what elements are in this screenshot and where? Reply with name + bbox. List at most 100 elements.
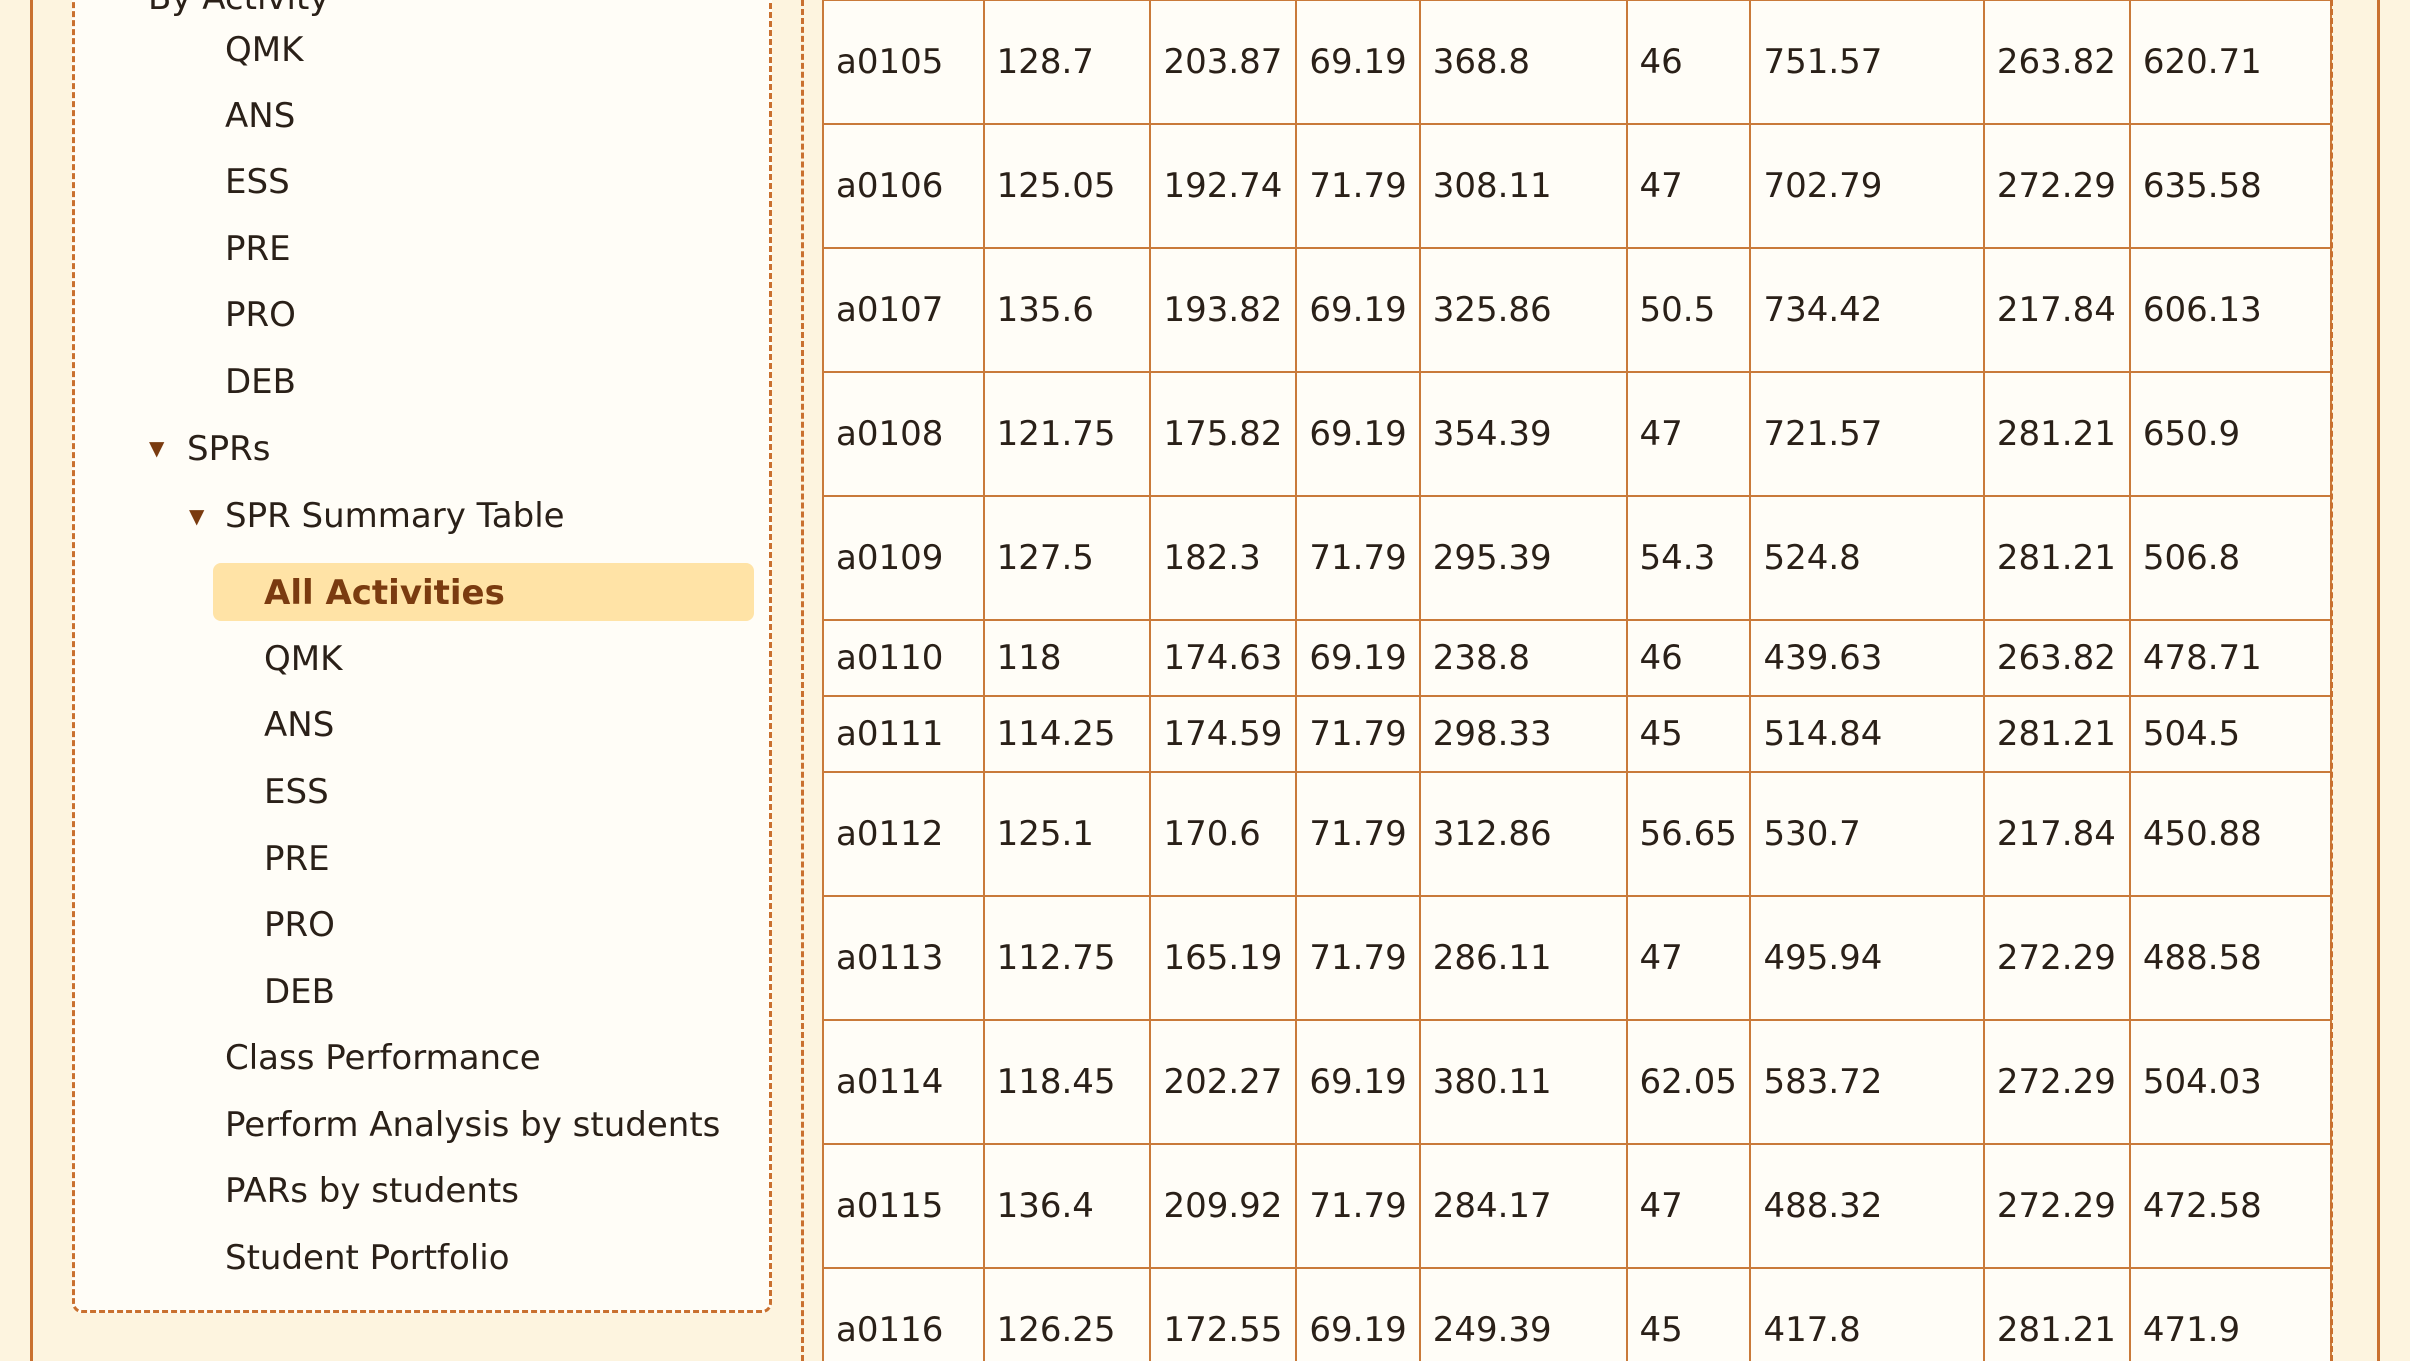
tree-item-spr-pro[interactable]: PRO <box>264 899 335 951</box>
tree-item-deb[interactable]: DEB <box>225 356 296 408</box>
table-cell: 272.29 <box>1982 895 2131 1021</box>
tree-item-spr-ans[interactable]: ANS <box>264 699 334 751</box>
table-cell: 193.82 <box>1149 247 1298 373</box>
tree-item-spr-deb[interactable]: DEB <box>264 966 335 1018</box>
table-cell: 54.3 <box>1625 495 1752 621</box>
tree-item-qmk[interactable]: QMK <box>225 24 303 76</box>
table-cell: 504.03 <box>2128 1019 2332 1145</box>
table-cell: 46 <box>1625 619 1752 697</box>
table-row: a0115 136.4 209.92 71.79 284.17 47 488.32 272.2… <box>822 1143 2332 1269</box>
table-cell: 165.19 <box>1149 895 1298 1021</box>
sidebar-tree: By Activity QMK ANS ESS PRE PRO DEB ▼ SP… <box>72 0 772 1313</box>
table-cell: 47 <box>1625 371 1752 497</box>
table-cell: 69.19 <box>1295 1019 1421 1145</box>
table-cell: 417.8 <box>1749 1267 1985 1361</box>
table-cell: 202.27 <box>1149 1019 1298 1145</box>
table-cell: 702.79 <box>1749 123 1985 249</box>
tree-item-pro[interactable]: PRO <box>225 289 296 341</box>
table-cell: 504.5 <box>2128 695 2332 773</box>
table-row: a0113 112.75 165.19 71.79 286.11 47 495.94 272.… <box>822 895 2332 1021</box>
table-cell: 478.71 <box>2128 619 2332 697</box>
table-row: a0107 135.6 193.82 69.19 325.86 50.5 734.42 217… <box>822 247 2332 373</box>
table-cell: 471.9 <box>2128 1267 2332 1361</box>
table-cell: 46 <box>1625 0 1752 125</box>
activity-id-cell: a0112 <box>822 771 985 897</box>
table-cell: 238.8 <box>1418 619 1628 697</box>
table-cell: 69.19 <box>1295 0 1421 125</box>
expand-triangle-icon[interactable]: ▼ <box>149 436 164 460</box>
table-cell: 281.21 <box>1982 371 2131 497</box>
table-cell: 47 <box>1625 1143 1752 1269</box>
table-cell: 439.63 <box>1749 619 1985 697</box>
spr-summary-table: a0105 128.7 203.87 69.19 368.8 46 751.57 263.82… <box>822 0 2332 1361</box>
table-cell: 182.3 <box>1149 495 1298 621</box>
table-cell: 50.5 <box>1625 247 1752 373</box>
outer-border-left <box>30 0 33 1361</box>
activity-id-cell: a0105 <box>822 0 985 125</box>
tree-item-ess[interactable]: ESS <box>225 156 290 208</box>
table-row: a0116 126.25 172.55 69.19 249.39 45 417.8 281.2… <box>822 1267 2332 1361</box>
table-cell: 281.21 <box>1982 695 2131 773</box>
tree-item-sprs[interactable]: SPRs <box>187 423 270 475</box>
table-row: a0105 128.7 203.87 69.19 368.8 46 751.57 263.82… <box>822 0 2332 125</box>
table-cell: 172.55 <box>1149 1267 1298 1361</box>
table-row: a0106 125.05 192.74 71.79 308.11 47 702.79 272.… <box>822 123 2332 249</box>
table-cell: 174.63 <box>1149 619 1298 697</box>
tree-item-spr-ess[interactable]: ESS <box>264 766 329 818</box>
table-cell: 284.17 <box>1418 1143 1628 1269</box>
table-cell: 751.57 <box>1749 0 1985 125</box>
table-cell: 524.8 <box>1749 495 1985 621</box>
tree-item-all-activities[interactable]: All Activities <box>264 567 505 619</box>
table-cell: 135.6 <box>982 247 1152 373</box>
activity-id-cell: a0113 <box>822 895 985 1021</box>
table-row: a0114 118.45 202.27 69.19 380.11 62.05 583.72 2… <box>822 1019 2332 1145</box>
table-cell: 121.75 <box>982 371 1152 497</box>
tree-item-student-portfolio[interactable]: Student Portfolio <box>225 1232 510 1284</box>
table-cell: 606.13 <box>2128 247 2332 373</box>
activity-id-cell: a0108 <box>822 371 985 497</box>
table-cell: 45 <box>1625 1267 1752 1361</box>
table-cell: 114.25 <box>982 695 1152 773</box>
table-cell: 506.8 <box>2128 495 2332 621</box>
tree-item-by-activity[interactable]: By Activity <box>148 0 329 24</box>
table-cell: 71.79 <box>1295 1143 1421 1269</box>
table-cell: 217.84 <box>1982 771 2131 897</box>
tree-item-spr-summary-table[interactable]: SPR Summary Table <box>225 490 565 542</box>
tree-item-pars-by-students[interactable]: PARs by students <box>225 1165 519 1217</box>
tree-item-pre[interactable]: PRE <box>225 223 291 275</box>
table-cell: 56.65 <box>1625 771 1752 897</box>
table-cell: 47 <box>1625 895 1752 1021</box>
table-row: a0109 127.5 182.3 71.79 295.39 54.3 524.8 281.2… <box>822 495 2332 621</box>
table-cell: 281.21 <box>1982 495 2131 621</box>
table-cell: 69.19 <box>1295 371 1421 497</box>
table-cell: 170.6 <box>1149 771 1298 897</box>
table-cell: 128.7 <box>982 0 1152 125</box>
expand-triangle-icon[interactable]: ▼ <box>189 504 204 528</box>
table-cell: 263.82 <box>1982 619 2131 697</box>
table-cell: 69.19 <box>1295 247 1421 373</box>
table-cell: 71.79 <box>1295 895 1421 1021</box>
table-cell: 286.11 <box>1418 895 1628 1021</box>
table-cell: 136.4 <box>982 1143 1152 1269</box>
activity-id-cell: a0111 <box>822 695 985 773</box>
table-cell: 308.11 <box>1418 123 1628 249</box>
activity-id-cell: a0107 <box>822 247 985 373</box>
table-cell: 118 <box>982 619 1152 697</box>
table-cell: 272.29 <box>1982 1019 2131 1145</box>
tree-item-ans[interactable]: ANS <box>225 90 295 142</box>
tree-item-perform-analysis[interactable]: Perform Analysis by students <box>225 1099 720 1151</box>
table-cell: 69.19 <box>1295 1267 1421 1361</box>
content-border-right <box>2330 0 2333 1361</box>
table-cell: 514.84 <box>1749 695 1985 773</box>
table-cell: 721.57 <box>1749 371 1985 497</box>
tree-item-spr-pre[interactable]: PRE <box>264 833 330 885</box>
tree-item-class-performance[interactable]: Class Performance <box>225 1032 541 1084</box>
table-cell: 127.5 <box>982 495 1152 621</box>
table-cell: 450.88 <box>2128 771 2332 897</box>
table-cell: 488.32 <box>1749 1143 1985 1269</box>
table-cell: 174.59 <box>1149 695 1298 773</box>
table-cell: 175.82 <box>1149 371 1298 497</box>
activity-id-cell: a0114 <box>822 1019 985 1145</box>
table-cell: 249.39 <box>1418 1267 1628 1361</box>
tree-item-spr-qmk[interactable]: QMK <box>264 633 342 685</box>
